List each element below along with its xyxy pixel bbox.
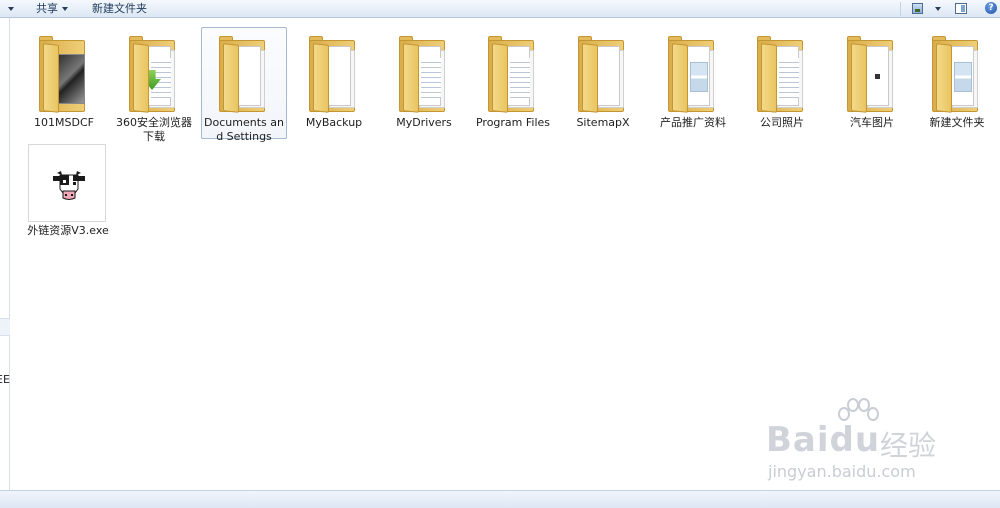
baidu-watermark: Baidu 经验 jingyan.baidu.com [766, 398, 986, 488]
item-label: Documents and Settings [204, 116, 284, 143]
folder-item[interactable]: 新建文件夹 [914, 27, 1000, 139]
download-folder-icon [129, 36, 181, 114]
item-label: MyBackup [305, 116, 363, 129]
paw-logo-icon [838, 398, 879, 421]
explorer-window: 共享 新建文件夹 ? EE 101MSDCF 360安全浏览器下载 [0, 0, 1000, 508]
folder-item[interactable]: 公司照片 [739, 27, 825, 139]
folder-item[interactable]: 360安全浏览器下载 [111, 27, 197, 143]
preview-pane-icon[interactable] [955, 3, 967, 14]
exe-item[interactable]: 外链资源V3.exe [25, 141, 111, 253]
document-folder-icon [757, 36, 809, 114]
change-view-icon[interactable] [912, 3, 923, 14]
item-label: Program Files [475, 116, 551, 129]
cow-app-icon [28, 144, 106, 222]
watermark-url: jingyan.baidu.com [768, 462, 916, 481]
item-label: MyDrivers [396, 116, 452, 129]
item-label: 产品推广资料 [660, 116, 726, 129]
document-folder-icon [219, 36, 271, 114]
organize-dropdown-arrow[interactable] [4, 0, 14, 17]
image-folder-icon [932, 36, 984, 114]
file-list-view[interactable]: 101MSDCF 360安全浏览器下载 Documents and Settin… [11, 19, 1000, 490]
folder-item[interactable]: 汽车图片 [829, 27, 915, 139]
new-folder-button[interactable]: 新建文件夹 [92, 0, 147, 17]
view-options-dropdown[interactable] [931, 0, 941, 17]
folder-item[interactable]: 101MSDCF [21, 27, 107, 139]
watermark-suffix: 经验 [880, 429, 937, 462]
folder-item[interactable]: Program Files [470, 27, 556, 139]
document-folder-icon [309, 36, 361, 114]
document-folder-icon [578, 36, 630, 114]
folder-item[interactable]: MyDrivers [381, 27, 467, 139]
photo-folder-icon [39, 36, 91, 114]
toolbar-separator [900, 2, 901, 16]
folder-item[interactable]: 产品推广资料 [650, 27, 736, 139]
item-label: 新建文件夹 [929, 116, 985, 129]
item-label: 汽车图片 [850, 116, 894, 129]
document-folder-icon [399, 36, 451, 114]
watermark-brand: Baidu [766, 420, 881, 460]
cow-head-icon [53, 171, 85, 200]
image-folder-icon [668, 36, 720, 114]
image-folder-icon [847, 36, 899, 114]
help-icon[interactable]: ? [985, 2, 997, 14]
navigation-selected-row[interactable] [0, 318, 10, 336]
folder-item[interactable]: SitemapX [560, 27, 646, 139]
item-label: 360安全浏览器下载 [116, 116, 192, 143]
item-label: SitemapX [576, 116, 630, 129]
item-label: 公司照片 [760, 116, 804, 129]
command-bar: 共享 新建文件夹 ? [0, 0, 1000, 18]
share-label: 共享 [36, 2, 58, 15]
document-folder-icon [488, 36, 540, 114]
folder-item-selected[interactable]: Documents and Settings [201, 27, 287, 143]
folder-item[interactable]: MyBackup [291, 27, 377, 139]
item-label: 外链资源V3.exe [27, 224, 109, 237]
navigation-pane[interactable]: EE [0, 18, 10, 490]
share-menu-button[interactable]: 共享 [36, 0, 68, 17]
navigation-clipped-label: EE [0, 373, 10, 386]
status-bar [0, 490, 1000, 508]
item-label: 101MSDCF [34, 116, 94, 129]
